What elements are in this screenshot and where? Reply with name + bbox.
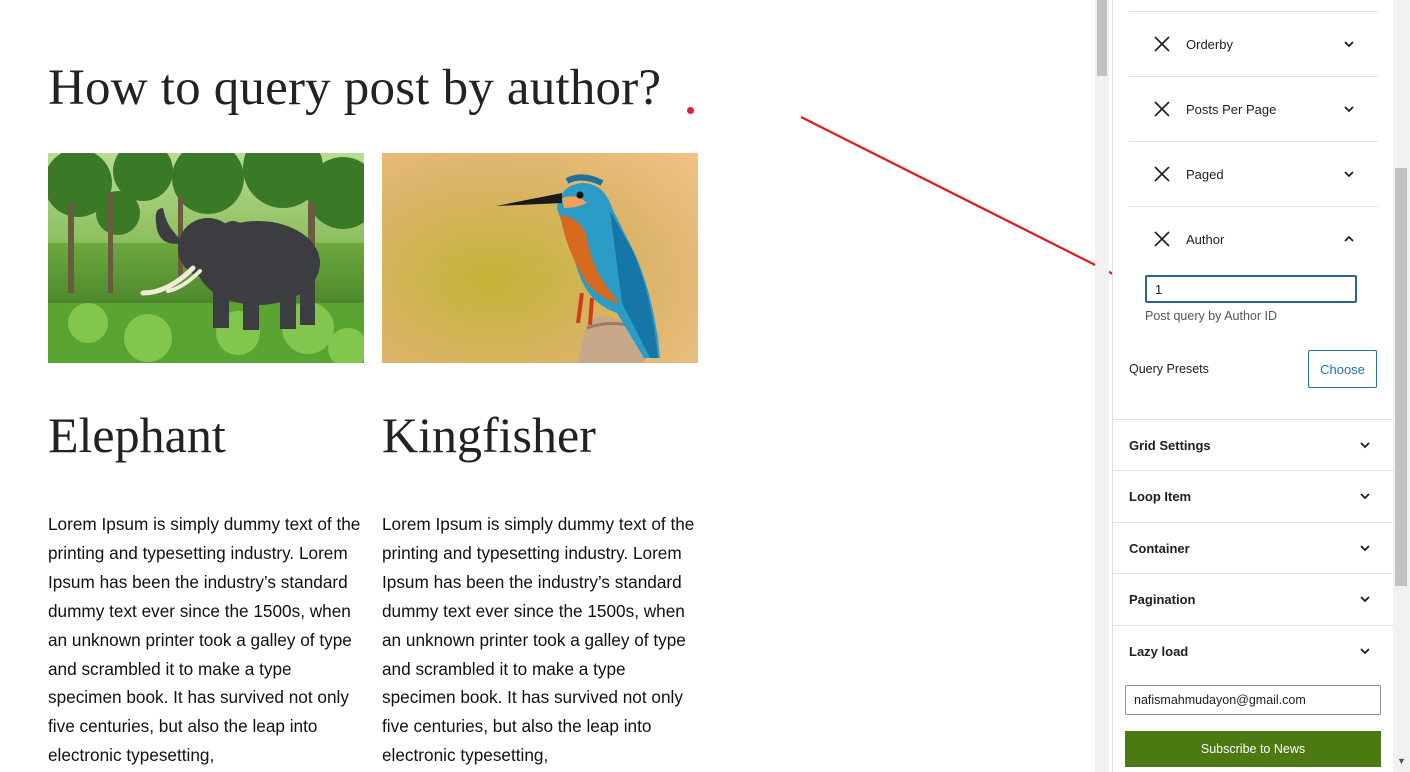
- panel-label: Loop Item: [1129, 488, 1192, 504]
- panel-container[interactable]: Container: [1113, 522, 1394, 573]
- status-dot: [687, 107, 694, 114]
- query-param-label: Orderby: [1186, 36, 1233, 52]
- chevron-down-icon[interactable]: [1358, 592, 1372, 606]
- remove-icon[interactable]: [1153, 165, 1171, 183]
- card-excerpt: Lorem Ipsum is simply dummy text of the …: [48, 514, 361, 766]
- query-presets-label: Query Presets: [1129, 362, 1209, 376]
- chevron-up-icon[interactable]: [1342, 232, 1356, 246]
- query-param-label: Author: [1186, 231, 1225, 247]
- panel-label: Container: [1129, 540, 1190, 556]
- chevron-down-icon[interactable]: [1342, 167, 1356, 181]
- chevron-down-icon[interactable]: [1358, 644, 1372, 658]
- panel-loop-item[interactable]: Loop Item: [1113, 470, 1394, 521]
- canvas-scrollbar[interactable]: [1095, 0, 1109, 772]
- remove-icon[interactable]: [1153, 230, 1171, 248]
- post-card[interactable]: Kingfisher Lorem Ipsum is simply dummy t…: [382, 153, 698, 765]
- scrollbar-thumb[interactable]: [1395, 168, 1407, 586]
- chevron-down-icon[interactable]: [1358, 438, 1372, 452]
- settings-sidebar: Orderby Posts Per Page Paged Author Post…: [1112, 0, 1394, 772]
- panel-pagination[interactable]: Pagination: [1113, 573, 1394, 624]
- author-help-text: Post query by Author ID: [1145, 309, 1278, 323]
- card-title[interactable]: Elephant: [48, 399, 226, 471]
- post-card[interactable]: Elephant Lorem Ipsum is simply dummy tex…: [48, 153, 364, 765]
- query-param-orderby[interactable]: Orderby: [1129, 11, 1378, 76]
- author-id-input[interactable]: [1145, 275, 1357, 303]
- query-param-author[interactable]: Author: [1129, 206, 1378, 271]
- panel-label: Pagination: [1129, 591, 1196, 607]
- chevron-down-icon[interactable]: [1358, 489, 1372, 503]
- scroll-down-icon[interactable]: ▼: [1393, 756, 1410, 766]
- kingfisher-photo[interactable]: [382, 153, 698, 363]
- card-title[interactable]: Kingfisher: [382, 399, 596, 471]
- query-param-label: Posts Per Page: [1186, 101, 1277, 117]
- remove-icon[interactable]: [1153, 35, 1171, 53]
- query-param-paged[interactable]: Paged: [1129, 141, 1378, 206]
- newsletter-email-input[interactable]: [1125, 685, 1381, 715]
- scrollbar-thumb[interactable]: [1097, 0, 1107, 76]
- query-param-label: Paged: [1186, 166, 1224, 182]
- chevron-down-icon[interactable]: [1342, 37, 1356, 51]
- panel-lazy-load[interactable]: Lazy load: [1113, 625, 1394, 676]
- chevron-down-icon[interactable]: [1342, 102, 1356, 116]
- post-title[interactable]: How to query post by author?: [48, 56, 661, 120]
- sidebar-scrollbar[interactable]: ▼: [1393, 0, 1410, 772]
- choose-preset-button[interactable]: Choose: [1308, 350, 1377, 388]
- card-excerpt: Lorem Ipsum is simply dummy text of the …: [382, 514, 695, 766]
- elephant-photo[interactable]: [48, 153, 364, 363]
- editor-canvas: How to query post by author? Elephant Lo…: [0, 0, 1095, 772]
- panel-grid-settings[interactable]: Grid Settings: [1113, 419, 1394, 470]
- remove-icon[interactable]: [1153, 100, 1171, 118]
- subscribe-button[interactable]: Subscribe to News: [1125, 731, 1381, 767]
- query-param-posts-per-page[interactable]: Posts Per Page: [1129, 76, 1378, 141]
- panel-label: Grid Settings: [1129, 437, 1211, 453]
- panel-label: Lazy load: [1129, 643, 1189, 659]
- chevron-down-icon[interactable]: [1358, 541, 1372, 555]
